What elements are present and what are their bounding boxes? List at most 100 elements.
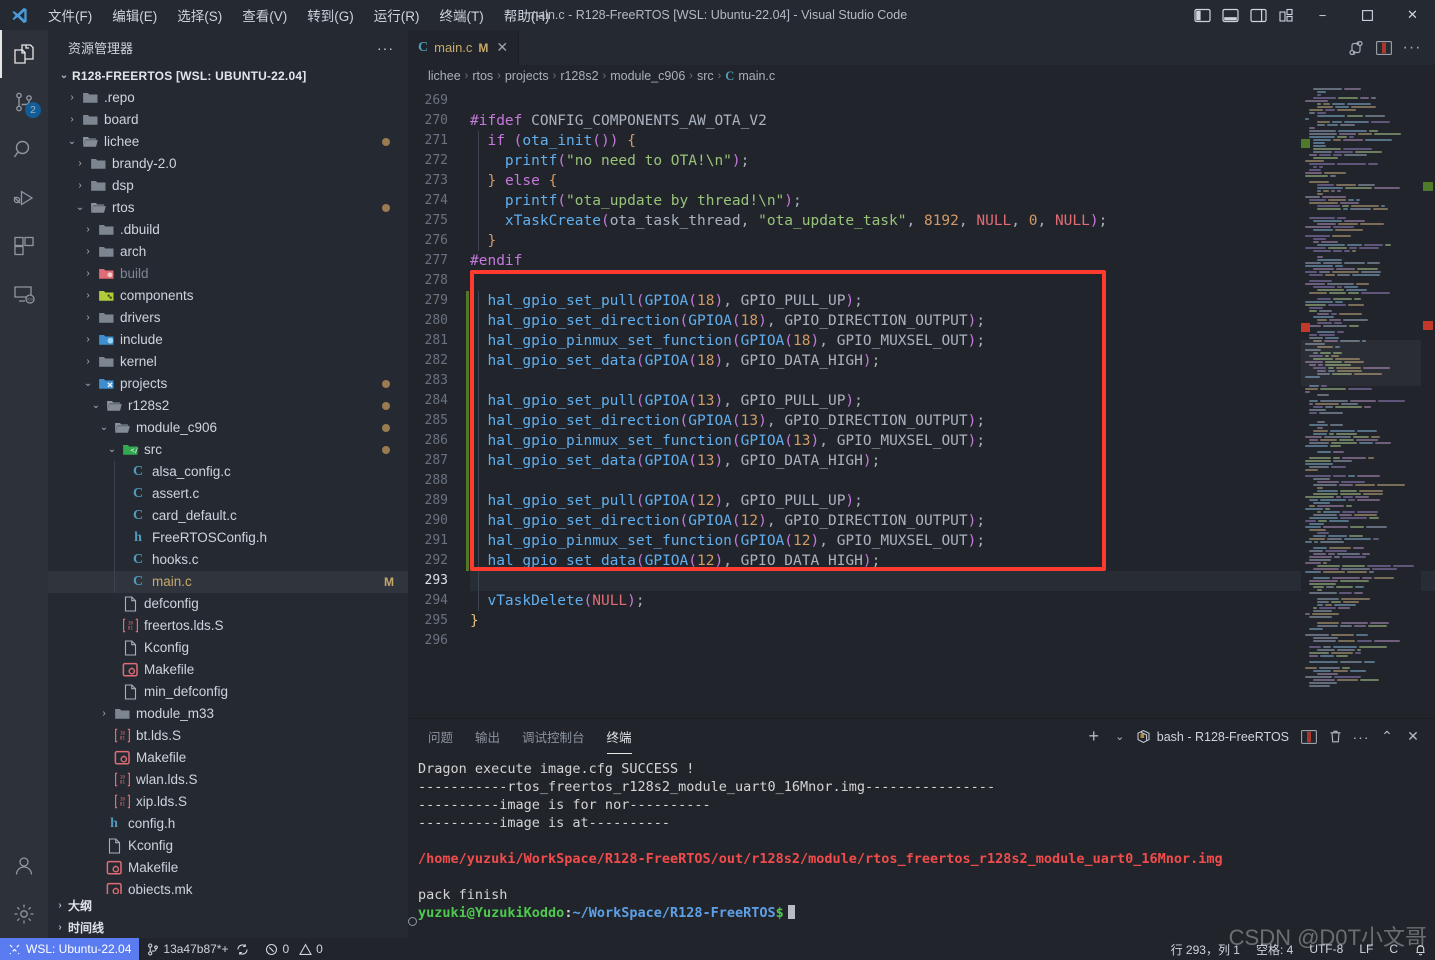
tree-file-hooks-c[interactable]: Chooks.c [48,549,408,571]
minimap-slider[interactable] [1301,340,1421,386]
code-line[interactable]: } [470,611,1435,631]
code-line[interactable]: } [470,231,1435,251]
tree-folder-components[interactable]: ›components [48,285,408,307]
window-maximize-button[interactable] [1345,0,1390,30]
activity-explorer[interactable] [0,30,48,78]
close-panel-icon[interactable]: ✕ [1401,719,1425,754]
tree-file-kconfig[interactable]: Kconfig [48,637,408,659]
chevron-right-icon[interactable]: › [80,290,96,301]
menu-run[interactable]: 运行(R) [364,1,430,29]
close-icon[interactable]: ✕ [494,39,508,56]
editor-scrollbar[interactable] [1421,87,1435,718]
editor-more-actions-icon[interactable]: ··· [1399,30,1425,65]
code-line[interactable]: hal_gpio_set_data(GPIOA(12), GPIO_DATA_H… [470,551,1435,571]
window-minimize-button[interactable]: − [1300,0,1345,30]
code-line[interactable] [470,271,1435,291]
tree-file-wlan-lds-s[interactable]: 1001wlan.lds.S [48,769,408,791]
tree-folder-projects[interactable]: ⌄projects [48,373,408,395]
workspace-root-row[interactable]: ⌄ R128-FREERTOS [WSL: UBUNTU-22.04] [48,65,408,87]
code-editor[interactable]: 2692702712722732742752762772782792802812… [408,87,1435,718]
menu-help[interactable]: 帮助(H) [494,1,560,29]
chevron-down-icon[interactable]: ⌄ [104,444,120,455]
tree-file-kconfig[interactable]: Kconfig [48,835,408,857]
chevron-down-icon[interactable]: ⌄ [88,400,104,411]
tree-file-alsa-config-c[interactable]: Calsa_config.c [48,461,408,483]
code-line[interactable]: hal_gpio_set_direction(GPIOA(12), GPIO_D… [470,511,1435,531]
breadcrumb-module-c906[interactable]: module_c906 [610,69,685,83]
chevron-down-icon[interactable]: ⌄ [96,422,112,433]
status-indentation[interactable]: 空格: 4 [1248,938,1301,960]
chevron-right-icon[interactable]: › [72,180,88,191]
tree-folder-kernel[interactable]: › kernel [48,351,408,373]
code-line[interactable]: hal_gpio_set_data(GPIOA(13), GPIO_DATA_H… [470,451,1435,471]
breadcrumb-rtos[interactable]: rtos [472,69,493,83]
tree-file-makefile[interactable]: Makefile [48,659,408,681]
activity-search[interactable] [0,126,48,174]
chevron-down-icon[interactable]: ⌄ [1108,719,1132,754]
activity-extensions[interactable] [0,222,48,270]
tree-file-xip-lds-s[interactable]: 1001xip.lds.S [48,791,408,813]
bell-icon[interactable] [1406,938,1435,960]
breadcrumb-projects[interactable]: projects [505,69,549,83]
customize-layout-icon[interactable] [1272,0,1300,30]
menu-goto[interactable]: 转到(G) [297,1,364,29]
tree-folder-arch[interactable]: › arch [48,241,408,263]
status-problems[interactable]: 0 0 [257,938,330,960]
tree-file-card-default-c[interactable]: Ccard_default.c [48,505,408,527]
file-tree[interactable]: › .repo› board⌄ lichee› brandy-2.0› dsp⌄… [48,87,408,894]
chevron-down-icon[interactable]: ⌄ [64,136,80,147]
maximize-panel-icon[interactable]: ⌃ [1375,719,1399,754]
breadcrumb-main-c[interactable]: main.c [738,69,775,83]
code-line[interactable]: hal_gpio_set_pull(GPIOA(12), GPIO_PULL_U… [470,491,1435,511]
explorer-more-actions-icon[interactable]: ··· [371,40,400,56]
sidebar-section-timeline[interactable]: › 时间线 [48,916,408,938]
status-language-mode[interactable]: C [1381,938,1406,960]
code-line[interactable] [470,631,1435,651]
code-line[interactable]: hal_gpio_pinmux_set_function(GPIOA(18), … [470,331,1435,351]
panel-more-actions-icon[interactable]: ··· [1349,719,1373,754]
chevron-right-icon[interactable]: › [80,334,96,345]
menu-file[interactable]: 文件(F) [38,1,102,29]
tree-folder--dbuild[interactable]: › .dbuild [48,219,408,241]
panel-tab-debug-console[interactable]: 调试控制台 [522,719,585,754]
breadcrumb-lichee[interactable]: lichee [428,69,461,83]
tree-file-assert-c[interactable]: Cassert.c [48,483,408,505]
code-line[interactable]: hal_gpio_pinmux_set_function(GPIOA(12), … [470,531,1435,551]
status-git-branch[interactable]: 13a47b87*+ [139,938,257,960]
code-line[interactable]: #ifdef CONFIG_COMPONENTS_AW_OTA_V2 [470,111,1435,131]
code-line[interactable]: } else { [470,171,1435,191]
chevron-right-icon[interactable]: › [80,246,96,257]
code-line[interactable] [470,471,1435,491]
code-line[interactable] [470,571,1435,591]
tree-folder-module-c906[interactable]: ⌄ module_c906 [48,417,408,439]
tree-folder-board[interactable]: › board [48,109,408,131]
toggle-panel-icon[interactable] [1216,0,1244,30]
chevron-right-icon[interactable]: › [64,92,80,103]
split-terminal-icon[interactable] [1297,719,1321,754]
chevron-right-icon[interactable]: › [80,356,96,367]
chevron-right-icon[interactable]: › [96,708,112,719]
tree-file-defconfig[interactable]: defconfig [48,593,408,615]
code-line[interactable]: #endif [470,251,1435,271]
code-line[interactable]: hal_gpio_set_pull(GPIOA(13), GPIO_PULL_U… [470,391,1435,411]
sidebar-section-outline[interactable]: › 大纲 [48,894,408,916]
code-line[interactable]: if (ota_init()) { [470,131,1435,151]
chevron-right-icon[interactable]: › [72,158,88,169]
chevron-right-icon[interactable]: › [80,312,96,323]
code-line[interactable] [470,91,1435,111]
breadcrumb-r128s2[interactable]: r128s2 [560,69,598,83]
tree-folder-rtos[interactable]: ⌄ rtos [48,197,408,219]
tree-file-makefile[interactable]: Makefile [48,857,408,879]
tree-file-min-defconfig[interactable]: min_defconfig [48,681,408,703]
sync-icon[interactable] [236,943,249,956]
panel-tab-problems[interactable]: 问题 [428,719,453,754]
code-line[interactable]: hal_gpio_set_pull(GPIOA(18), GPIO_PULL_U… [470,291,1435,311]
tree-file-objects-mk[interactable]: objects.mk [48,879,408,894]
code-line[interactable]: printf("ota_update by thread!\n"); [470,191,1435,211]
code-line[interactable]: hal_gpio_set_direction(GPIOA(18), GPIO_D… [470,311,1435,331]
menu-edit[interactable]: 编辑(E) [102,1,167,29]
code-line[interactable]: printf("no need to OTA!\n"); [470,151,1435,171]
status-encoding[interactable]: UTF-8 [1301,938,1351,960]
tree-file-config-h[interactable]: hconfig.h [48,813,408,835]
activity-accounts[interactable] [0,842,48,890]
